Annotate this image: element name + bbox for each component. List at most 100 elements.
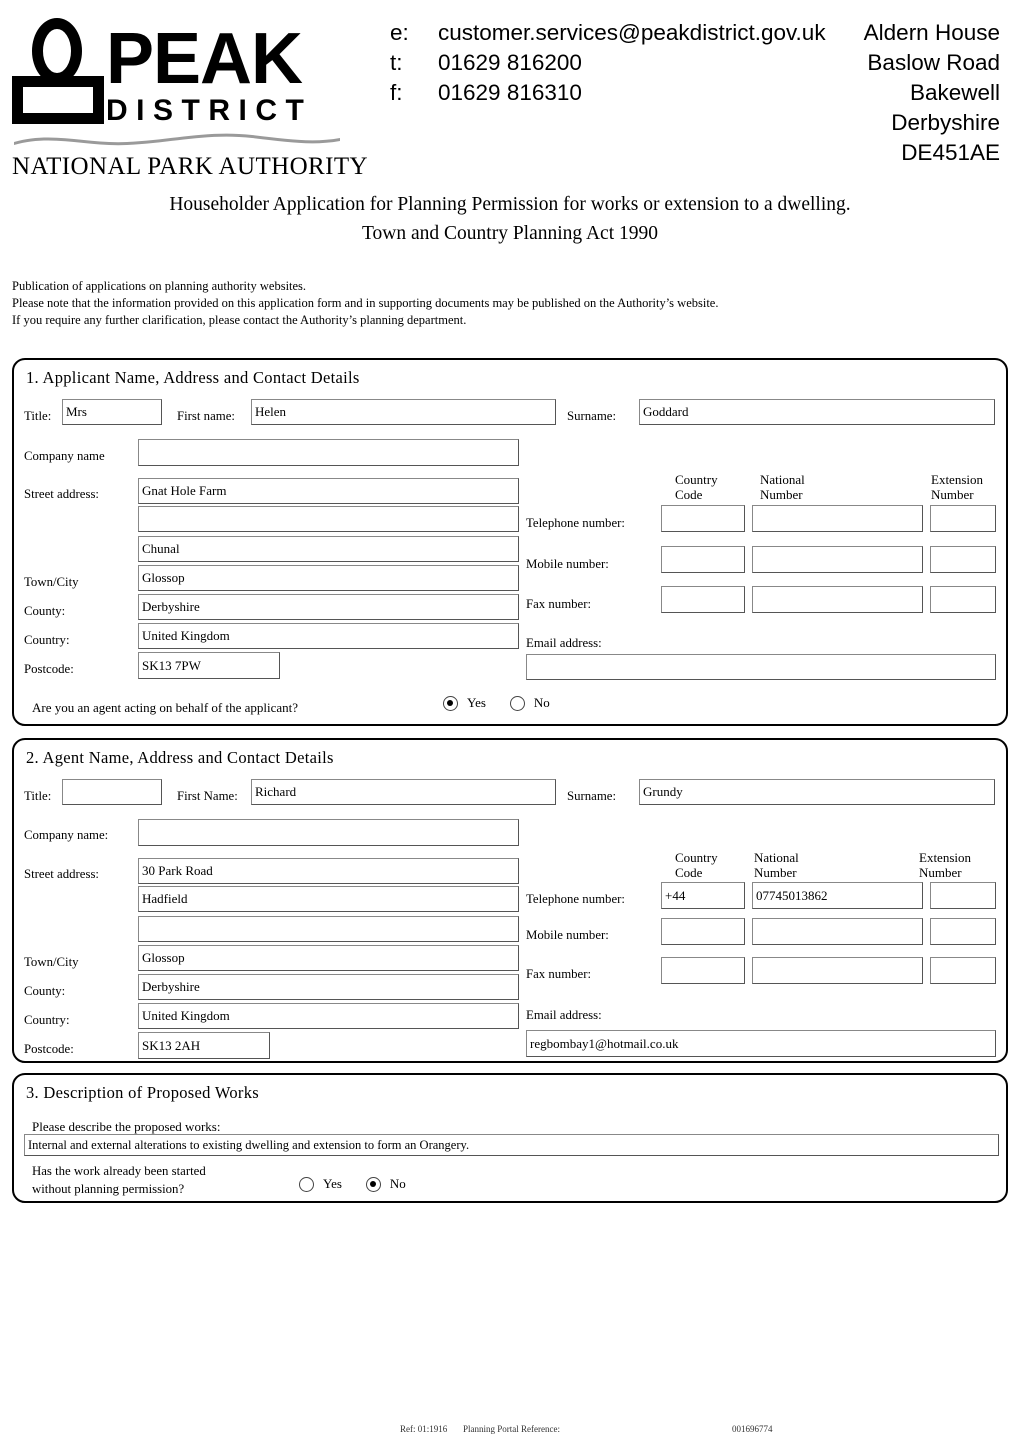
applicant-country-input[interactable]: United Kingdom (138, 623, 519, 649)
proposed-works-description-input[interactable]: Internal and external alterations to exi… (24, 1134, 999, 1156)
agent-telephone-national-number-input[interactable]: 07745013862 (752, 882, 923, 909)
applicant-agent-yes-radio[interactable] (443, 695, 458, 711)
agent-country-code-header-line1: Country (675, 850, 718, 865)
applicant-mobile-label: Mobile number: (526, 557, 609, 571)
agent-country-input[interactable]: United Kingdom (138, 1003, 519, 1029)
millstone-logo-icon (12, 18, 104, 126)
applicant-company-label: Company name (24, 449, 105, 463)
applicant-postcode-label: Postcode: (24, 662, 74, 676)
address-line-4: Derbyshire (891, 109, 1000, 135)
agent-surname-input[interactable]: Grundy (639, 779, 995, 805)
applicant-telephone-label: Telephone number: (526, 516, 625, 530)
email-prefix-label: e: (390, 20, 409, 45)
applicant-street-line3-input[interactable]: Chunal (138, 536, 519, 562)
agent-street-line2-input[interactable]: Hadfield (138, 886, 519, 912)
agent-street-line3-input[interactable] (138, 916, 519, 942)
agent-telephone-extension-input[interactable] (930, 882, 996, 909)
authority-contact-details: e: customer.services@peakdistrict.gov.uk… (390, 18, 826, 108)
page-title-line-2: Town and Country Planning Act 1990 (362, 223, 658, 245)
agent-town-input[interactable]: Glossop (138, 945, 519, 971)
authority-email-value: customer.services@peakdistrict.gov.uk (438, 20, 826, 45)
agent-county-input[interactable]: Derbyshire (138, 974, 519, 1000)
agent-mobile-national-number-input[interactable] (752, 918, 923, 945)
applicant-street-line2-input[interactable] (138, 506, 519, 532)
work-started-yes-radio[interactable] (299, 1176, 314, 1192)
section-applicant-details: 1. Applicant Name, Address and Contact D… (12, 358, 1008, 726)
agent-fax-country-code-input[interactable] (661, 957, 745, 984)
section-proposed-works: 3. Description of Proposed Works Please … (12, 1073, 1008, 1203)
applicant-county-input[interactable]: Derbyshire (138, 594, 519, 620)
applicant-fax-label: Fax number: (526, 597, 592, 611)
work-started-no-radio[interactable] (365, 1176, 381, 1192)
applicant-country-code-header-line2: Code (675, 487, 703, 503)
applicant-agent-no-label: No (533, 695, 550, 710)
work-started-yes-label: Yes (323, 1176, 342, 1191)
agent-country-label: Country: (24, 1013, 70, 1027)
agent-county-label: County: (24, 984, 66, 998)
address-line-2: Baslow Road (867, 49, 1000, 75)
applicant-email-label: Email address: (526, 636, 602, 650)
section-agent-details: 2. Agent Name, Address and Contact Detai… (12, 738, 1008, 1063)
applicant-street-line1-input[interactable]: Gnat Hole Farm (138, 478, 519, 504)
agent-first-name-label: First Name: (177, 789, 238, 803)
applicant-email-input[interactable] (526, 654, 996, 680)
contact-email-row: e: customer.services@peakdistrict.gov.uk (390, 18, 826, 48)
agent-street-label: Street address: (24, 867, 99, 881)
address-line-1: Aldern House (863, 20, 1000, 45)
applicant-fax-national-number-input[interactable] (752, 586, 923, 613)
applicant-fax-country-code-input[interactable] (661, 586, 745, 613)
agent-mobile-extension-input[interactable] (930, 918, 996, 945)
address-line-3: Bakewell (909, 79, 1000, 105)
telephone-prefix-label: t: (390, 49, 403, 75)
agent-street-line1-input[interactable]: 30 Park Road (138, 858, 519, 884)
agent-postcode-label: Postcode: (24, 1042, 74, 1056)
agent-postcode-input[interactable]: SK13 2AH (138, 1032, 270, 1059)
section3-heading: 3. Description of Proposed Works (26, 1083, 259, 1102)
applicant-surname-label: Surname: (567, 409, 617, 423)
page-header: PEAK DISTRICT NATIONAL PARK AUTHORITY e:… (0, 0, 1020, 180)
applicant-mobile-extension-input[interactable] (930, 546, 996, 573)
logo-word-peak: PEAK (106, 18, 303, 99)
applicant-first-name-input[interactable]: Helen (251, 399, 556, 425)
applicant-title-input[interactable]: Mrs (62, 399, 162, 425)
applicant-fax-extension-input[interactable] (930, 586, 996, 613)
footer-portal-reference-label: Planning Portal Reference: (463, 1424, 560, 1434)
applicant-surname-input[interactable]: Goddard (639, 399, 995, 425)
applicant-extension-number-header-line1: Extension (931, 472, 983, 487)
section1-heading: 1. Applicant Name, Address and Contact D… (26, 368, 360, 387)
logo-word-district: DISTRICT (106, 94, 313, 127)
agent-town-label: Town/City (24, 955, 79, 969)
logo-word-national-park-authority: NATIONAL PARK AUTHORITY (12, 153, 368, 180)
applicant-agent-radio-group[interactable]: Yes No (443, 695, 574, 711)
applicant-extension-number-header: Extension Number (931, 472, 983, 503)
applicant-telephone-national-number-input[interactable] (752, 505, 923, 532)
agent-surname-label: Surname: (567, 789, 617, 803)
applicant-title-label: Title: (24, 409, 52, 423)
agent-title-input[interactable] (62, 779, 162, 805)
agent-fax-national-number-input[interactable] (752, 957, 923, 984)
applicant-telephone-extension-input[interactable] (930, 505, 996, 532)
peak-district-logo: PEAK DISTRICT NATIONAL PARK AUTHORITY (12, 18, 368, 181)
agent-company-input[interactable] (138, 819, 519, 846)
applicant-telephone-country-code-input[interactable] (661, 505, 745, 532)
address-postcode: DE451AE (901, 139, 1000, 165)
applicant-postcode-input[interactable]: SK13 7PW (138, 652, 280, 679)
applicant-mobile-national-number-input[interactable] (752, 546, 923, 573)
work-started-radio-group[interactable]: Yes No (299, 1176, 430, 1192)
agent-first-name-input[interactable]: Richard (251, 779, 556, 805)
applicant-agent-question-label: Are you an agent acting on behalf of the… (32, 700, 299, 715)
agent-company-label: Company name: (24, 828, 109, 842)
applicant-company-input[interactable] (138, 439, 519, 466)
agent-national-number-header-line2: Number (754, 865, 797, 881)
agent-email-input[interactable]: regbombay1@hotmail.co.uk (526, 1030, 996, 1057)
agent-mobile-country-code-input[interactable] (661, 918, 745, 945)
page-title: Householder Application for Planning Per… (0, 190, 1020, 249)
authority-postal-address: Aldern House Baslow Road Bakewell Derbys… (864, 18, 1000, 168)
agent-telephone-country-code-input[interactable]: +44 (661, 882, 745, 909)
applicant-agent-no-radio[interactable] (509, 695, 525, 711)
applicant-mobile-country-code-input[interactable] (661, 546, 745, 573)
applicant-town-input[interactable]: Glossop (138, 565, 519, 591)
agent-fax-extension-input[interactable] (930, 957, 996, 984)
applicant-country-code-header: Country Code (675, 472, 718, 503)
footer-ref: Ref: 01:1916 (400, 1424, 448, 1434)
